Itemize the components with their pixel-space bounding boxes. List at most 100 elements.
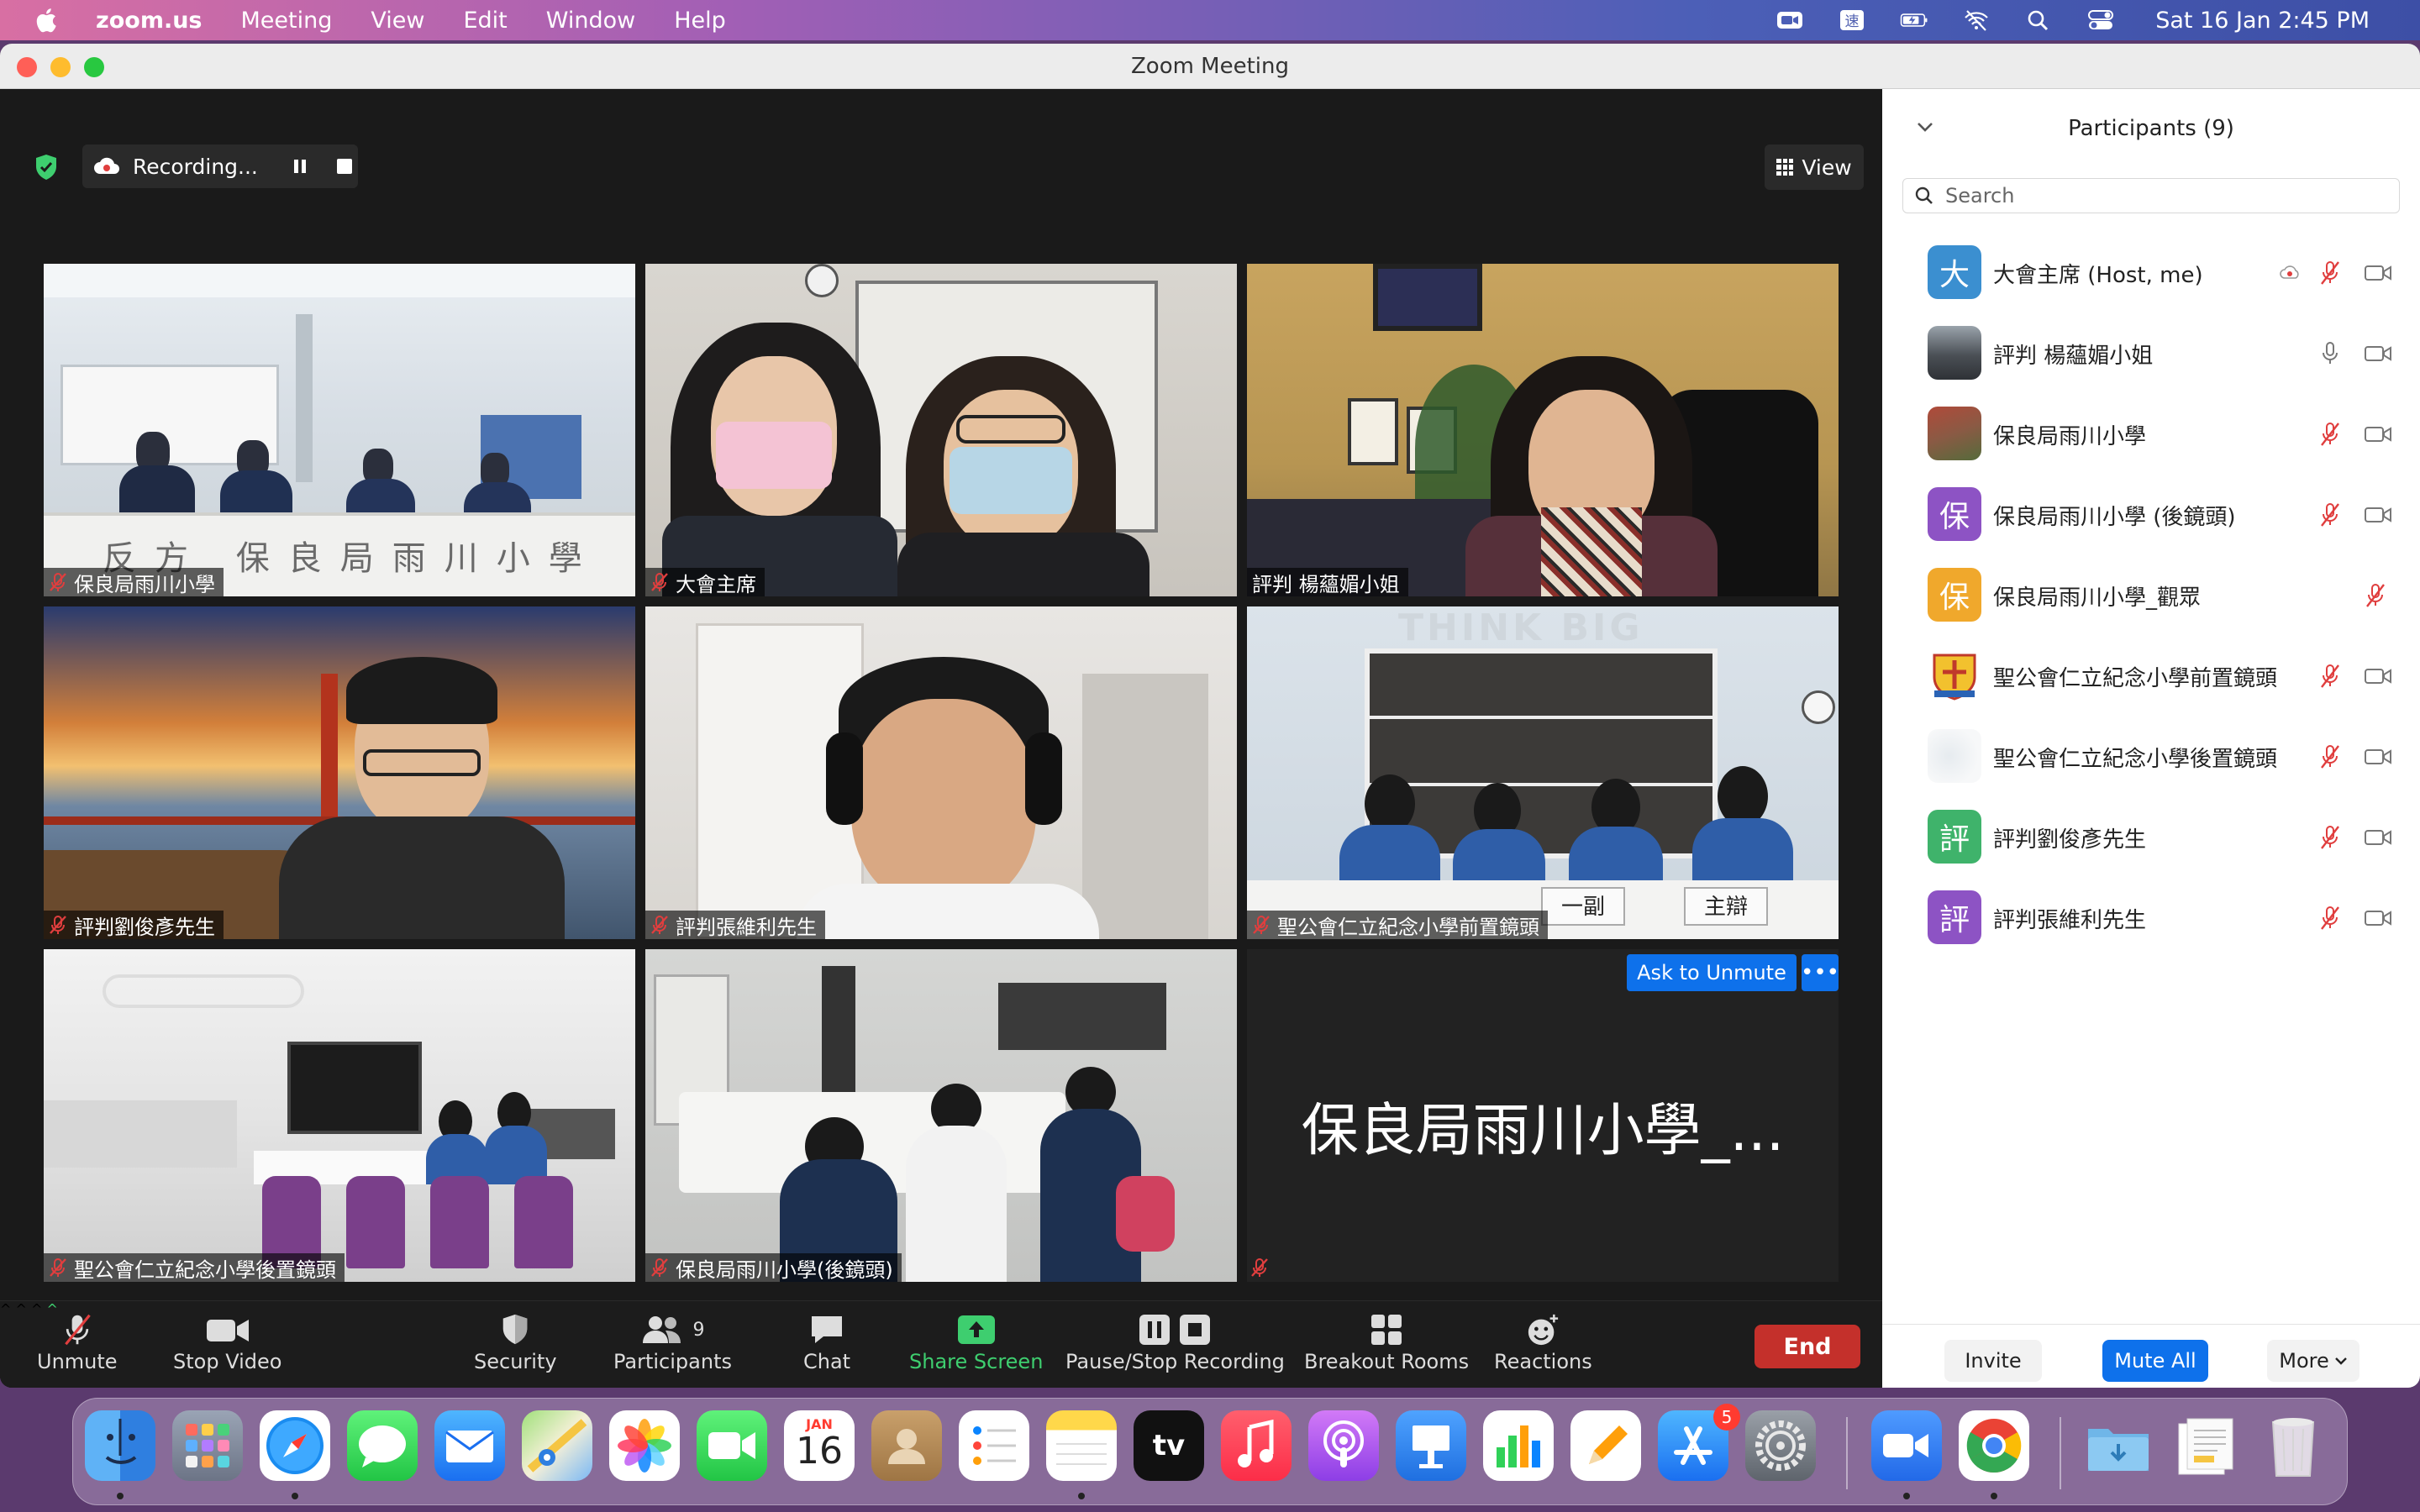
reactions-button[interactable]: Reactions bbox=[1494, 1310, 1592, 1373]
wifi-off-icon[interactable] bbox=[1962, 8, 1991, 32]
minimize-window-button[interactable] bbox=[50, 57, 71, 77]
reminders-icon[interactable] bbox=[959, 1410, 1029, 1481]
close-window-button[interactable] bbox=[17, 57, 37, 77]
view-button[interactable]: View bbox=[1765, 144, 1864, 190]
search-input[interactable] bbox=[1945, 184, 2382, 207]
notes-icon[interactable] bbox=[1046, 1410, 1117, 1481]
stop-recording-icon[interactable] bbox=[336, 159, 352, 174]
video-tile[interactable]: THINK BIG 一副 主辯 聖公會仁立紀念小學前置鏡頭 bbox=[1247, 606, 1839, 939]
keynote-icon[interactable] bbox=[1396, 1410, 1466, 1481]
apple-tv-icon[interactable]: tv bbox=[1134, 1410, 1204, 1481]
participants-button[interactable]: 9 Participants bbox=[613, 1310, 732, 1373]
encryption-shield-icon[interactable] bbox=[34, 153, 59, 181]
participant-row[interactable]: 保 保良局雨川小學 (後鏡頭) bbox=[1882, 474, 2420, 554]
participant-row[interactable]: 聖公會仁立紀念小學前置鏡頭 bbox=[1882, 635, 2420, 716]
contacts-icon[interactable] bbox=[871, 1410, 942, 1481]
stop-video-button[interactable]: Stop Video bbox=[173, 1310, 281, 1373]
video-tile[interactable]: 保良局雨川小學_... Ask to Unmute ••• bbox=[1247, 949, 1839, 1282]
video-options-caret[interactable]: ^ bbox=[16, 1301, 27, 1317]
video-tile[interactable]: 保良局雨川小學(後鏡頭) bbox=[645, 949, 1237, 1282]
muted-mic-icon[interactable] bbox=[2319, 825, 2341, 850]
video-tile[interactable]: 評判 楊蘊媚小姐 bbox=[1247, 264, 1839, 596]
trash-icon[interactable] bbox=[2258, 1410, 2328, 1481]
facetime-icon[interactable] bbox=[697, 1410, 767, 1481]
menu-window[interactable]: Window bbox=[546, 8, 635, 34]
audio-options-caret[interactable]: ^ bbox=[0, 1301, 11, 1317]
chevron-down-icon[interactable] bbox=[1916, 121, 1934, 133]
documents-stack-icon[interactable] bbox=[2170, 1410, 2241, 1481]
video-camera-icon[interactable] bbox=[2365, 425, 2391, 444]
unmute-button[interactable]: Unmute bbox=[37, 1310, 118, 1373]
more-button[interactable]: More bbox=[2267, 1340, 2360, 1382]
participant-search-box[interactable] bbox=[1902, 178, 2400, 213]
video-camera-icon[interactable] bbox=[2365, 909, 2391, 927]
breakout-rooms-button[interactable]: Breakout Rooms bbox=[1304, 1310, 1469, 1373]
participant-row[interactable]: 評 評判劉俊彥先生 bbox=[1882, 796, 2420, 877]
finder-icon[interactable] bbox=[85, 1410, 155, 1481]
muted-mic-icon[interactable] bbox=[2319, 744, 2341, 769]
safari-icon[interactable] bbox=[260, 1410, 330, 1481]
chat-button[interactable]: Chat bbox=[803, 1310, 850, 1373]
ask-to-unmute-button[interactable]: Ask to Unmute bbox=[1627, 954, 1797, 991]
music-icon[interactable] bbox=[1221, 1410, 1292, 1481]
video-camera-icon[interactable] bbox=[2365, 748, 2391, 766]
video-tile[interactable]: 反方 保良局雨川小學 保良局雨川小學 bbox=[44, 264, 635, 596]
app-menu-zoom[interactable]: zoom.us bbox=[96, 8, 203, 34]
system-preferences-icon[interactable] bbox=[1745, 1410, 1816, 1481]
downloads-folder-icon[interactable] bbox=[2083, 1410, 2154, 1481]
mute-all-button[interactable]: Mute All bbox=[2102, 1340, 2208, 1382]
pages-icon[interactable] bbox=[1570, 1410, 1641, 1481]
zoom-status-icon[interactable] bbox=[1776, 8, 1804, 32]
video-camera-icon[interactable] bbox=[2365, 264, 2391, 282]
muted-mic-icon[interactable] bbox=[2319, 260, 2341, 286]
video-tile[interactable]: 聖公會仁立紀念小學後置鏡頭 bbox=[44, 949, 635, 1282]
chrome-icon[interactable] bbox=[1959, 1410, 2029, 1481]
participant-row[interactable]: 保 保良局雨川小學_觀眾 bbox=[1882, 554, 2420, 635]
participant-row[interactable]: 保良局雨川小學 bbox=[1882, 393, 2420, 474]
photos-icon[interactable] bbox=[609, 1410, 680, 1481]
muted-mic-icon[interactable] bbox=[2365, 583, 2386, 608]
zoom-window-button[interactable] bbox=[84, 57, 104, 77]
muted-mic-icon[interactable] bbox=[2319, 906, 2341, 931]
menu-help[interactable]: Help bbox=[674, 8, 726, 34]
video-camera-icon[interactable] bbox=[2365, 828, 2391, 847]
launchpad-icon[interactable] bbox=[172, 1410, 243, 1481]
menu-meeting[interactable]: Meeting bbox=[241, 8, 333, 34]
share-screen-button[interactable]: Share Screen bbox=[909, 1310, 1043, 1373]
participant-row[interactable]: 評 評判張維利先生 bbox=[1882, 877, 2420, 958]
apple-menu-icon[interactable] bbox=[34, 6, 57, 34]
menu-view[interactable]: View bbox=[371, 8, 424, 34]
participant-row[interactable]: 聖公會仁立紀念小學後置鏡頭 bbox=[1882, 716, 2420, 796]
end-meeting-button[interactable]: End bbox=[1754, 1325, 1860, 1368]
video-camera-icon[interactable] bbox=[2365, 506, 2391, 524]
battery-icon[interactable] bbox=[1900, 8, 1928, 32]
podcasts-icon[interactable] bbox=[1308, 1410, 1379, 1481]
menu-edit[interactable]: Edit bbox=[463, 8, 507, 34]
video-tile[interactable]: 大會主席 bbox=[645, 264, 1237, 596]
video-tile[interactable]: 評判張維利先生 bbox=[645, 606, 1237, 939]
muted-mic-icon[interactable] bbox=[2319, 502, 2341, 528]
numbers-icon[interactable] bbox=[1483, 1410, 1554, 1481]
menubar-clock[interactable]: Sat 16 Jan 2:45 PM bbox=[2155, 8, 2370, 34]
invite-button[interactable]: Invite bbox=[1944, 1340, 2042, 1382]
participant-row[interactable]: 大 大會主席 (Host, me) bbox=[1882, 232, 2420, 312]
mail-icon[interactable] bbox=[434, 1410, 505, 1481]
participant-row[interactable]: 評判 楊蘊媚小姐 bbox=[1882, 312, 2420, 393]
video-tile[interactable]: 評判劉俊彥先生 bbox=[44, 606, 635, 939]
muted-mic-icon[interactable] bbox=[2319, 422, 2341, 447]
spotlight-search-icon[interactable] bbox=[2024, 8, 2053, 32]
video-camera-icon[interactable] bbox=[2365, 344, 2391, 363]
tile-more-options-button[interactable]: ••• bbox=[1801, 954, 1839, 991]
maps-icon[interactable] bbox=[522, 1410, 592, 1481]
control-center-icon[interactable] bbox=[2086, 8, 2115, 32]
input-method-icon[interactable]: 速 bbox=[1838, 8, 1866, 32]
security-button[interactable]: Security bbox=[474, 1310, 557, 1373]
pause-recording-icon[interactable] bbox=[292, 158, 308, 175]
muted-mic-icon[interactable] bbox=[2319, 664, 2341, 689]
messages-icon[interactable] bbox=[347, 1410, 418, 1481]
video-camera-icon[interactable] bbox=[2365, 667, 2391, 685]
microphone-icon[interactable] bbox=[2319, 341, 2341, 366]
calendar-icon[interactable]: JAN 16 bbox=[784, 1410, 855, 1481]
pause-stop-recording-button[interactable]: Pause/Stop Recording bbox=[1065, 1310, 1285, 1373]
zoom-app-icon[interactable] bbox=[1871, 1410, 1942, 1481]
